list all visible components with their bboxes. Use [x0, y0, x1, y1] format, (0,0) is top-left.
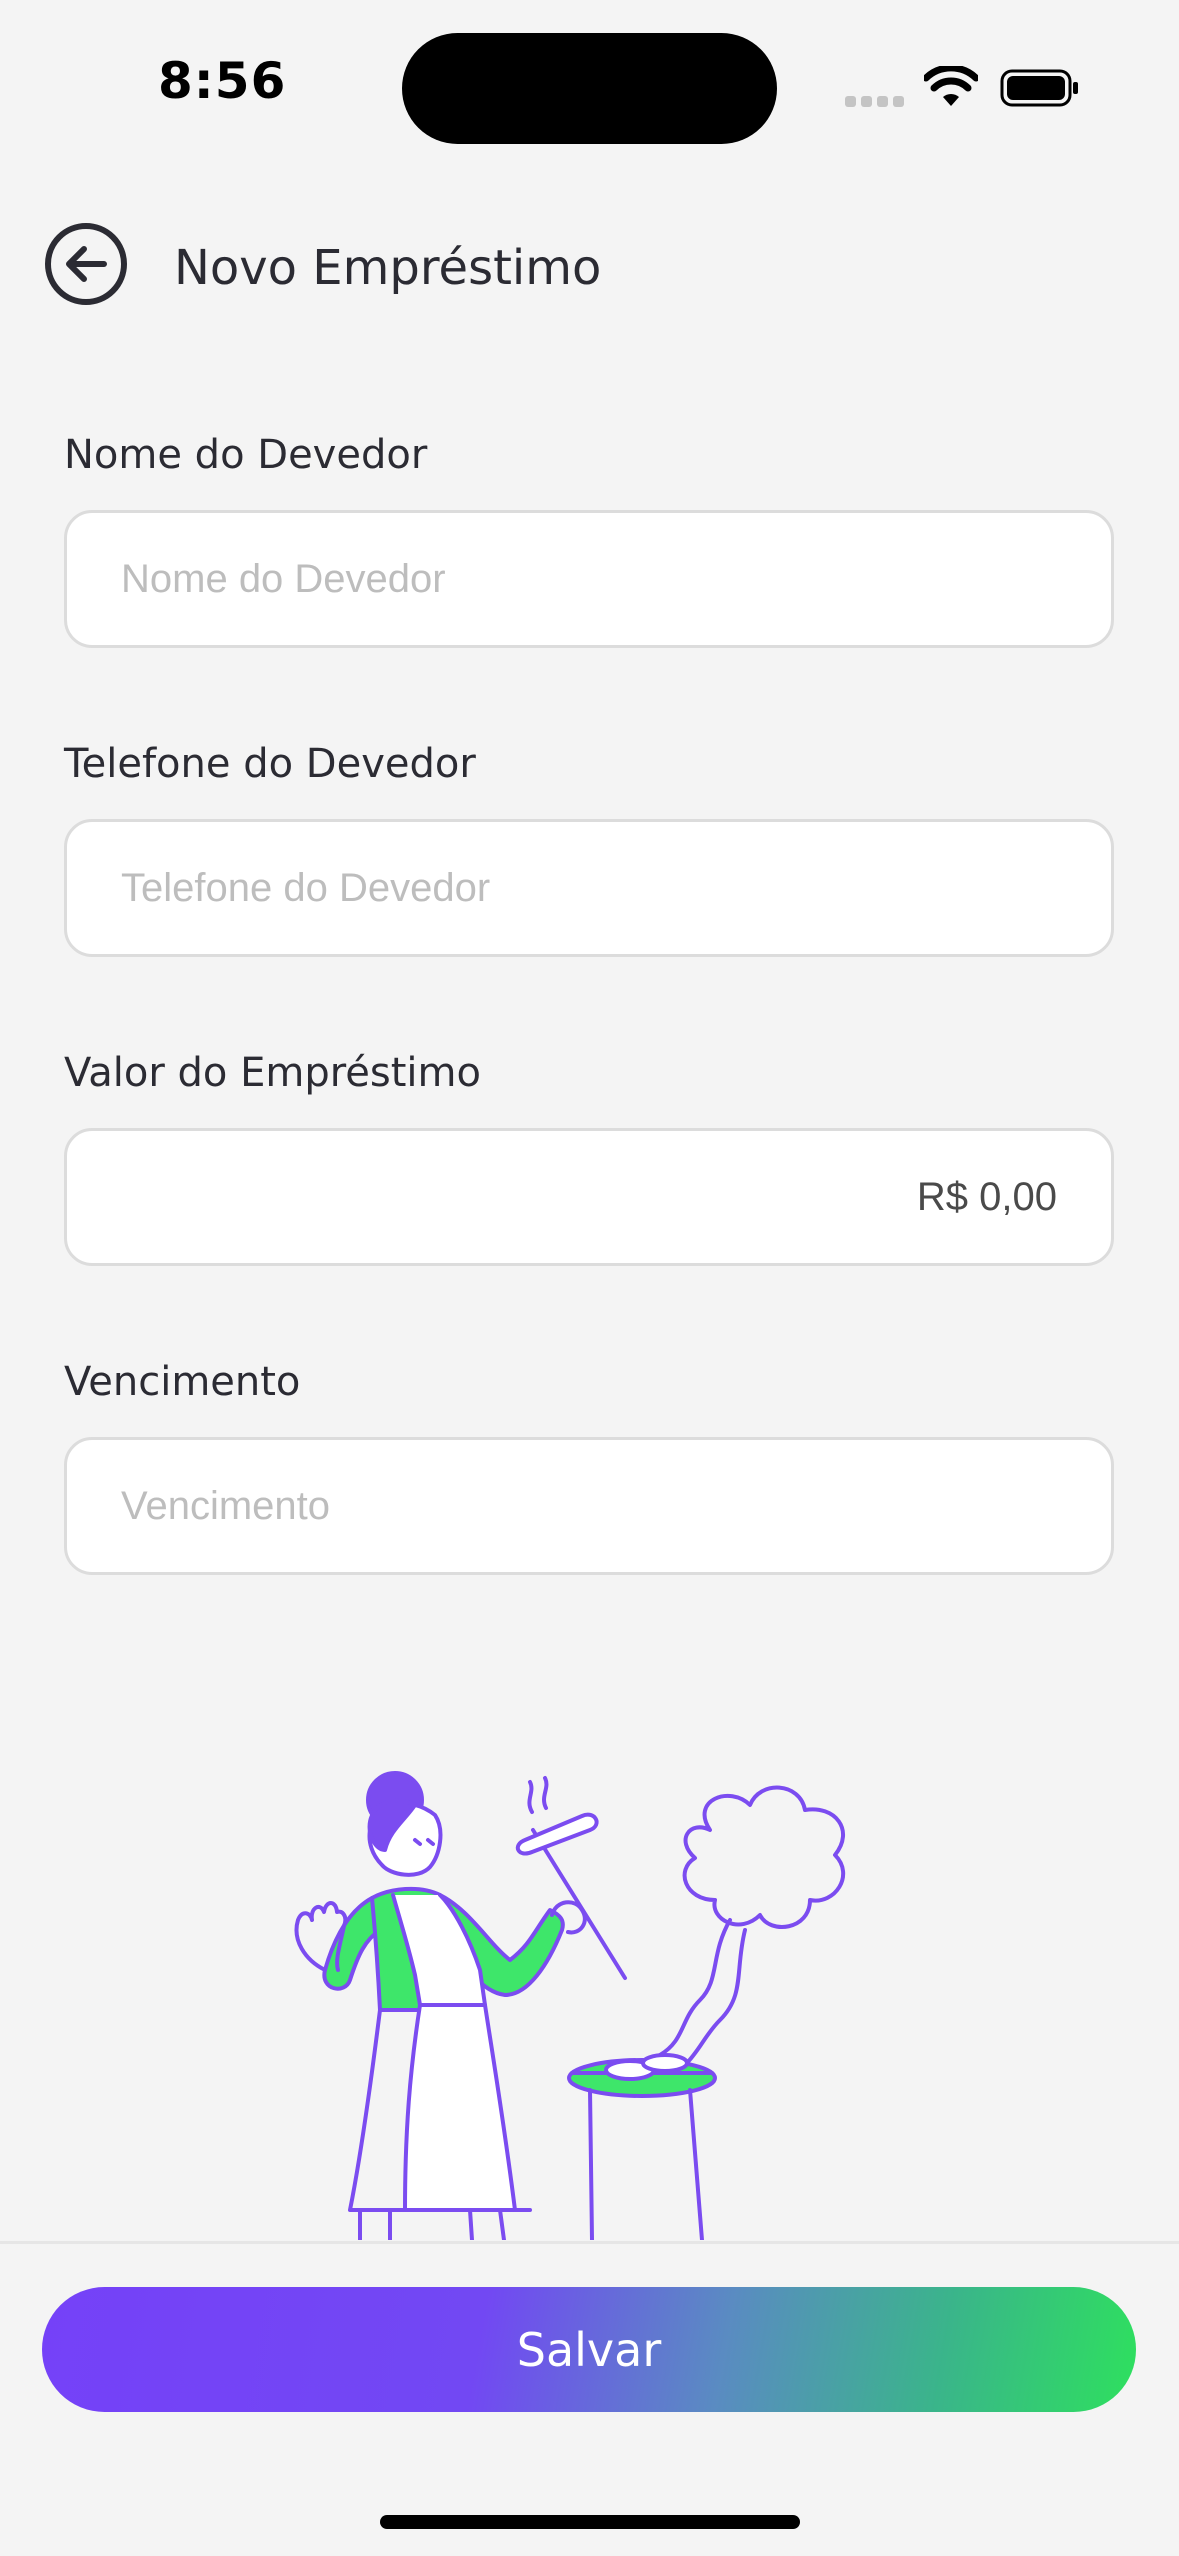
save-button[interactable]: Salvar — [42, 2287, 1136, 2412]
cellular-signal-icon — [845, 96, 905, 108]
debtor-phone-field-container — [64, 819, 1114, 957]
bottom-divider — [0, 2241, 1179, 2244]
debtor-name-label: Nome do Devedor — [64, 432, 428, 478]
battery-icon — [1000, 69, 1078, 107]
wifi-icon — [924, 66, 978, 106]
dynamic-island — [402, 33, 777, 144]
arrow-left-circle-icon[interactable] — [44, 222, 128, 306]
due-date-label: Vencimento — [64, 1359, 301, 1405]
page-title: Novo Empréstimo — [174, 240, 602, 296]
loan-amount-input[interactable] — [67, 1131, 1111, 1263]
header: Novo Empréstimo — [0, 210, 1179, 320]
due-date-field-container — [64, 1437, 1114, 1575]
loan-amount-field-container — [64, 1128, 1114, 1266]
debtor-name-input[interactable] — [67, 513, 1111, 645]
loan-amount-label: Valor do Empréstimo — [64, 1050, 481, 1096]
barbecue-illustration — [294, 1771, 846, 2240]
due-date-input[interactable] — [67, 1440, 1111, 1572]
home-indicator[interactable] — [380, 2515, 800, 2529]
status-time: 8:56 — [158, 52, 287, 110]
debtor-phone-label: Telefone do Devedor — [64, 741, 476, 787]
debtor-name-field-container — [64, 510, 1114, 648]
status-bar: 8:56 — [0, 0, 1179, 180]
debtor-phone-input[interactable] — [67, 822, 1111, 954]
